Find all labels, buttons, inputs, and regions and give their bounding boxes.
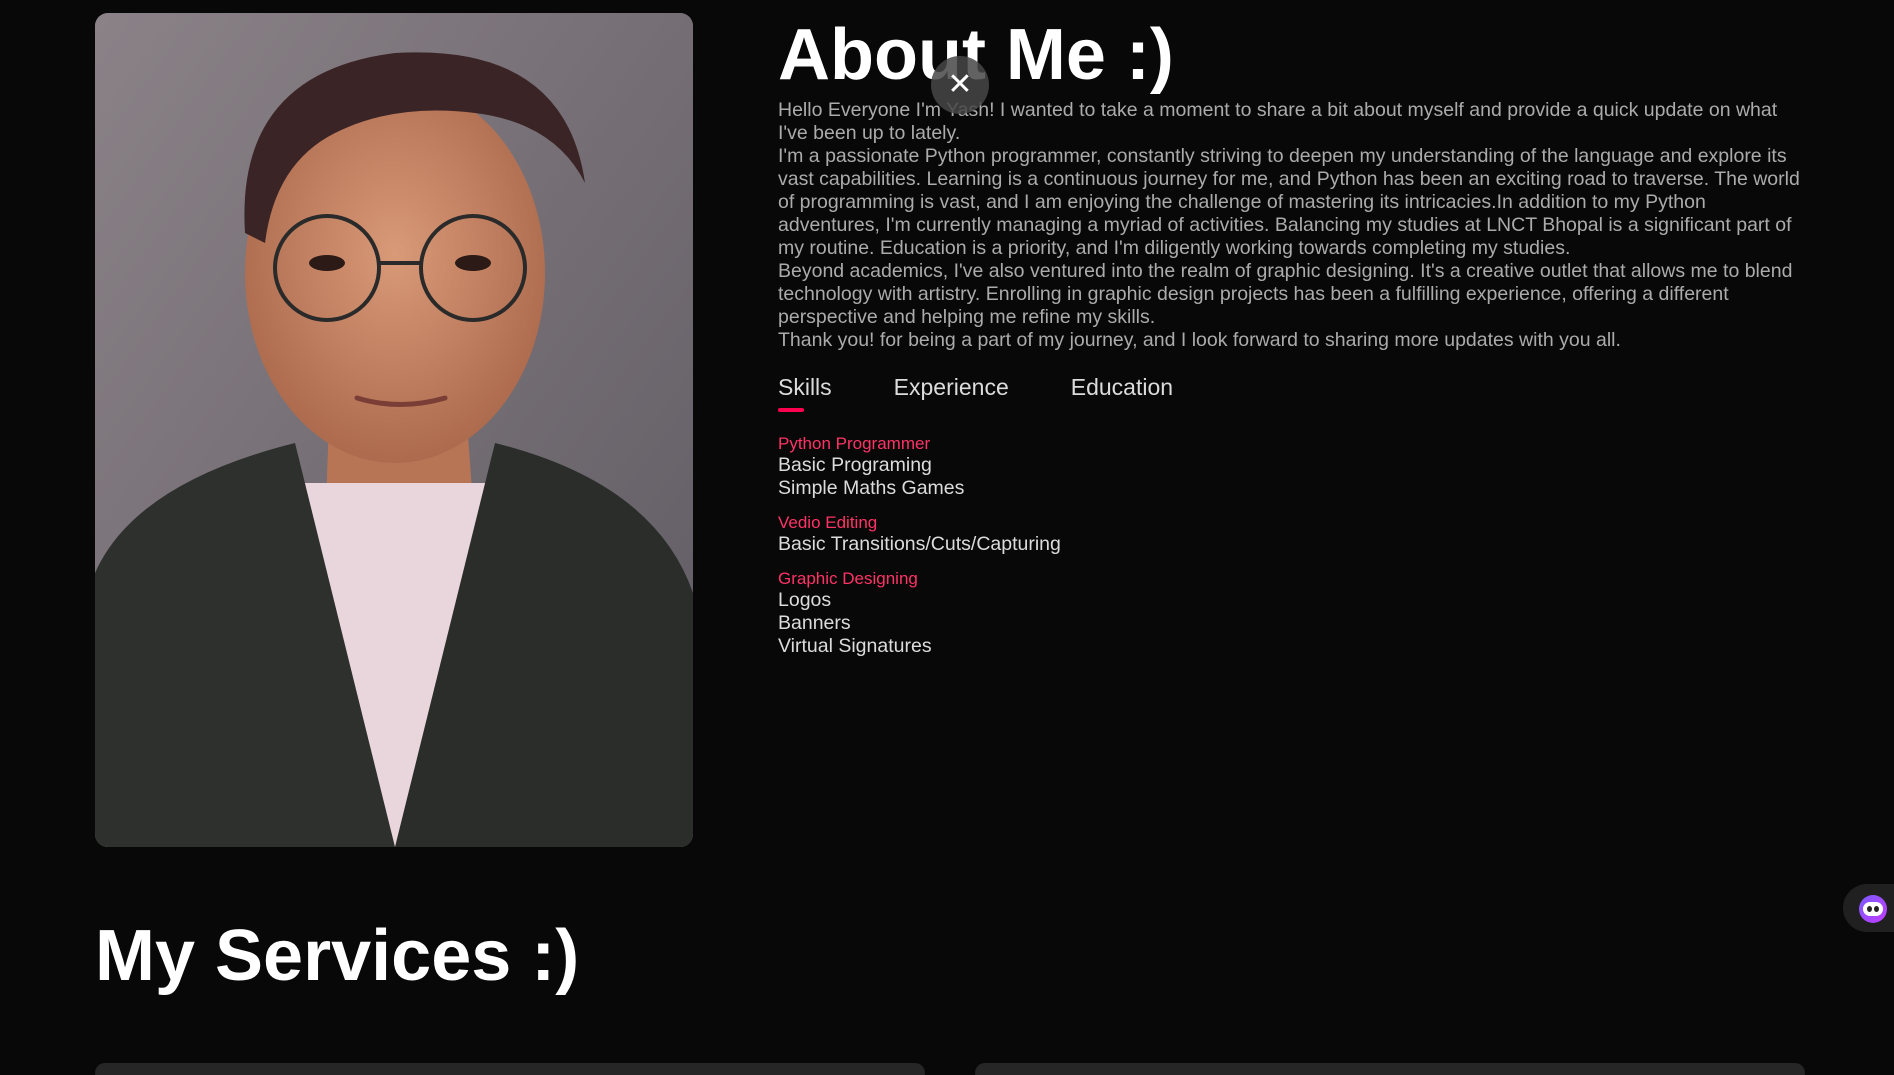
service-card bbox=[975, 1063, 1805, 1075]
about-paragraph: I'm a passionate Python programmer, cons… bbox=[778, 145, 1800, 259]
assistant-widget-button[interactable] bbox=[1843, 884, 1894, 932]
services-title: My Services :) bbox=[95, 916, 580, 996]
skill-item: Vedio Editing Basic Transitions/Cuts/Cap… bbox=[778, 512, 1808, 556]
skill-title: Vedio Editing bbox=[778, 513, 878, 532]
skill-detail: Virtual Signatures bbox=[778, 635, 932, 657]
skill-detail: Basic Transitions/Cuts/Capturing bbox=[778, 533, 1061, 555]
about-content: About Me :) Hello Everyone I'm Yash! I w… bbox=[778, 13, 1808, 678]
tab-skills[interactable]: Skills bbox=[778, 373, 832, 433]
about-paragraph: Hello Everyone I'm Yash! I wanted to tak… bbox=[778, 99, 1778, 144]
close-icon: ✕ bbox=[947, 68, 973, 101]
skill-detail: Basic Programing bbox=[778, 454, 932, 476]
tab-experience[interactable]: Experience bbox=[894, 373, 1009, 433]
skill-detail: Banners bbox=[778, 612, 851, 634]
about-paragraph: Thank you! for being a part of my journe… bbox=[778, 329, 1621, 351]
skill-title: Graphic Designing bbox=[778, 569, 918, 588]
about-paragraph: Beyond academics, I've also ventured int… bbox=[778, 260, 1793, 328]
skill-title: Python Programmer bbox=[778, 434, 931, 453]
assistant-widget-icon bbox=[1859, 895, 1887, 923]
about-tabs: Skills Experience Education bbox=[778, 373, 1808, 433]
profile-photo bbox=[95, 13, 693, 847]
skill-detail: Logos bbox=[778, 589, 832, 611]
about-text: Hello Everyone I'm Yash! I wanted to tak… bbox=[778, 99, 1808, 352]
skill-item: Python Programmer Basic Programing Simpl… bbox=[778, 433, 1808, 500]
service-card bbox=[95, 1063, 925, 1075]
skill-item: Graphic Designing Logos Banners Virtual … bbox=[778, 568, 1808, 658]
skills-list: Python Programmer Basic Programing Simpl… bbox=[778, 433, 1808, 658]
tab-education[interactable]: Education bbox=[1071, 373, 1173, 433]
page: About Me :) Hello Everyone I'm Yash! I w… bbox=[0, 0, 1894, 1075]
close-button[interactable]: ✕ bbox=[931, 56, 989, 114]
skill-detail: Simple Maths Games bbox=[778, 477, 965, 499]
